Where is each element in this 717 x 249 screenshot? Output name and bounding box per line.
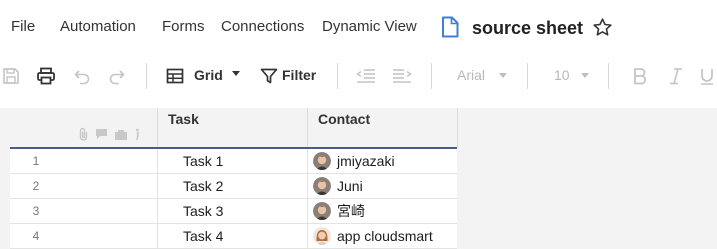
toolbar-divider xyxy=(431,63,432,89)
column-header-task[interactable]: Task xyxy=(158,108,308,148)
contact-cell[interactable]: 宮崎 xyxy=(308,199,457,223)
table-row[interactable]: 1 Task 1 jmiyazaki xyxy=(10,149,457,174)
menu-automation[interactable]: Automation xyxy=(60,18,136,36)
proofing-icon xyxy=(114,129,128,140)
italic-icon[interactable] xyxy=(665,65,687,87)
toolbar: Grid Filter Arial 10 xyxy=(0,56,717,96)
grid-header: Task Contact xyxy=(0,108,457,148)
man-avatar-icon xyxy=(313,177,331,195)
contact-name: jmiyazaki xyxy=(337,153,395,169)
row-number: 1 xyxy=(32,154,40,168)
menu-bar: File Automation Forms Connections Dynami… xyxy=(0,0,717,56)
row-number: 4 xyxy=(32,229,40,243)
bold-icon[interactable] xyxy=(629,65,651,87)
man-avatar-icon xyxy=(313,202,331,220)
contact-cell[interactable]: app cloudsmart xyxy=(308,224,457,248)
menu-forms[interactable]: Forms xyxy=(162,18,205,36)
task-cell[interactable]: Task 2 xyxy=(158,174,308,198)
contact-name: app cloudsmart xyxy=(337,228,433,244)
table-row[interactable]: 2 Task 2 Juni xyxy=(10,174,457,199)
print-icon[interactable] xyxy=(35,65,57,87)
font-size-caret-icon[interactable] xyxy=(581,73,589,78)
filter-button-label[interactable]: Filter xyxy=(282,67,316,84)
menu-dynamic-view[interactable]: Dynamic View xyxy=(322,18,417,36)
font-family-select[interactable]: Arial xyxy=(457,67,485,84)
filter-icon[interactable] xyxy=(258,65,280,87)
row-number: 3 xyxy=(32,204,40,218)
underline-icon[interactable] xyxy=(699,65,717,87)
task-cell[interactable]: Task 3 xyxy=(158,199,308,223)
contact-cell[interactable]: Juni xyxy=(308,174,457,198)
sheet-icon xyxy=(441,16,459,38)
font-size-select[interactable]: 10 xyxy=(554,67,570,84)
toolbar-divider xyxy=(527,63,528,89)
row-info-icons xyxy=(78,126,140,142)
view-dropdown-caret-icon[interactable] xyxy=(232,71,240,76)
column-header-contact[interactable]: Contact xyxy=(308,108,457,148)
indent-icon[interactable] xyxy=(391,65,413,87)
column-divider xyxy=(457,108,458,148)
table-row[interactable]: 4 Task 4 app cloudsmart xyxy=(10,224,457,249)
contact-cell[interactable]: jmiyazaki xyxy=(308,149,457,173)
man-avatar-icon xyxy=(313,152,331,170)
woman-avatar-icon xyxy=(313,227,331,245)
task-cell[interactable]: Task 4 xyxy=(158,224,308,248)
table-row[interactable]: 3 Task 3 宮崎 xyxy=(10,199,457,224)
font-family-caret-icon[interactable] xyxy=(499,73,507,78)
contact-name: Juni xyxy=(337,178,363,194)
save-icon[interactable] xyxy=(0,65,22,87)
toolbar-divider xyxy=(337,63,338,89)
task-cell[interactable]: Task 1 xyxy=(158,149,308,173)
view-selector-label[interactable]: Grid xyxy=(194,67,223,84)
menu-file[interactable]: File xyxy=(11,18,35,36)
outdent-icon[interactable] xyxy=(355,65,377,87)
attachment-icon xyxy=(78,127,89,141)
info-icon xyxy=(134,128,140,141)
row-number: 2 xyxy=(32,179,40,193)
toolbar-divider xyxy=(146,63,147,89)
comment-icon xyxy=(95,128,108,140)
redo-icon[interactable] xyxy=(106,65,128,87)
menu-connections[interactable]: Connections xyxy=(221,18,304,36)
sheet-title: source sheet xyxy=(472,18,584,38)
favorite-star-icon[interactable] xyxy=(592,17,613,38)
toolbar-divider xyxy=(608,63,609,89)
undo-icon[interactable] xyxy=(71,65,93,87)
contact-name: 宮崎 xyxy=(337,203,365,219)
grid-view-icon[interactable] xyxy=(164,65,186,87)
